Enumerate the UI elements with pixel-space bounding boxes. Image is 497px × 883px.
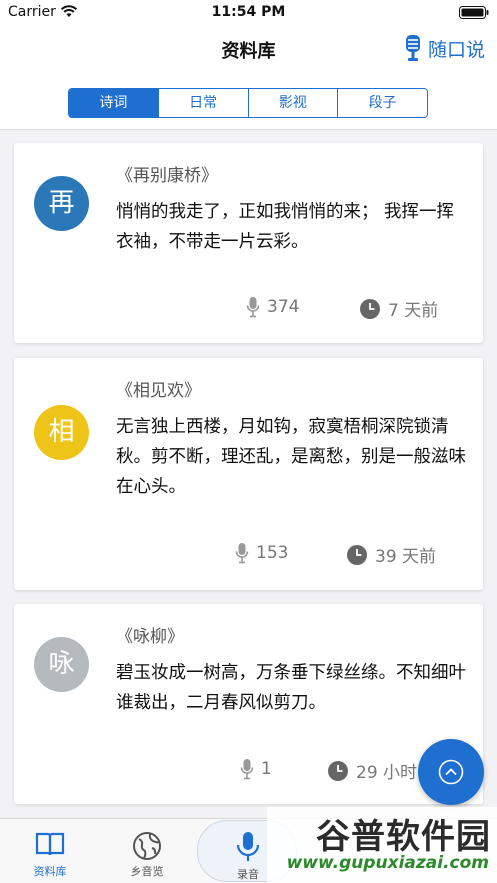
list-item[interactable]: 咏 《咏柳》 碧玉妆成一树高，万条垂下绿丝绦。不知细叶谁裁出，二月春风似剪刀。 … (14, 604, 483, 804)
listen-count: 1 (240, 758, 272, 780)
time-ago: 7 天前 (359, 296, 438, 321)
speak-freely-button[interactable]: 随口说 (404, 34, 485, 62)
tab-library[interactable]: 资料库 (0, 819, 100, 883)
tab-hometown-label: 乡音览 (130, 865, 164, 878)
time-label: 39 天前 (375, 547, 437, 567)
card-title: 《再别康桥》 (116, 166, 218, 186)
avatar: 再 (34, 176, 89, 231)
microphone-icon (236, 832, 260, 861)
microphone-icon (405, 35, 420, 61)
list-item[interactable]: 相 《相见欢》 无言独上西楼，月如钩，寂寞梧桐深院锁清秋。剪不断，理还乱，是离愁… (14, 358, 483, 590)
status-time: 11:54 PM (211, 4, 286, 20)
watermark-title: 谷普软件园 (316, 817, 491, 857)
count-label: 1 (261, 759, 272, 779)
count-label: 374 (267, 297, 300, 317)
watermark: 谷普软件园 www.gupuxiazai.com (267, 807, 497, 883)
tab-hometown[interactable]: 乡音览 (97, 819, 197, 883)
card-body: 无言独上西楼，月如钩，寂寞梧桐深院锁清秋。剪不断，理还乱，是离愁，别是一般滋味在… (116, 417, 466, 497)
tab-library-label: 资料库 (33, 865, 67, 878)
listen-count: 153 (235, 542, 288, 564)
status-bar: Carrier 11:54 PM (0, 0, 497, 26)
clock-icon (328, 760, 348, 781)
card-body: 碧玉妆成一树高，万条垂下绿丝绦。不知细叶谁裁出，二月春风似剪刀。 (116, 663, 466, 713)
listen-count: 374 (246, 296, 299, 318)
clock-icon (360, 298, 380, 319)
chevron-up-icon (438, 759, 464, 785)
time-ago: 39 天前 (346, 542, 436, 567)
avatar: 咏 (34, 637, 89, 692)
microphone-icon (246, 297, 260, 318)
speak-freely-label: 随口说 (427, 38, 485, 61)
card-title: 《咏柳》 (116, 627, 184, 647)
time-ago: 29 小时 (327, 758, 417, 783)
card-body: 悄悄的我走了，正如我悄悄的来； 我挥一挥衣袖，不带走一片云彩。 (116, 202, 455, 252)
time-label: 29 小时 (356, 763, 418, 783)
battery-icon (459, 6, 489, 19)
tab-film[interactable]: 影视 (248, 89, 339, 117)
card-title: 《相见欢》 (116, 381, 201, 401)
nav-bar: 资料库 随口说 诗词 日常 影视 段子 (0, 26, 497, 130)
globe-icon (133, 832, 161, 860)
tab-jokes[interactable]: 段子 (338, 89, 427, 117)
list-item[interactable]: 再 《再别康桥》 悄悄的我走了，正如我悄悄的来； 我挥一挥衣袖，不带走一片云彩。… (14, 143, 483, 343)
microphone-icon (235, 543, 249, 564)
book-icon (35, 832, 65, 856)
avatar: 相 (34, 405, 89, 460)
microphone-icon (240, 759, 254, 780)
tab-poetry[interactable]: 诗词 (69, 89, 159, 117)
time-label: 7 天前 (388, 301, 439, 321)
category-segmented-control: 诗词 日常 影视 段子 (68, 88, 428, 118)
count-label: 153 (256, 543, 289, 563)
watermark-url: www.gupuxiazai.com (286, 853, 489, 873)
tab-daily[interactable]: 日常 (158, 89, 249, 117)
scroll-top-button[interactable] (418, 739, 484, 805)
clock-icon (347, 544, 367, 565)
